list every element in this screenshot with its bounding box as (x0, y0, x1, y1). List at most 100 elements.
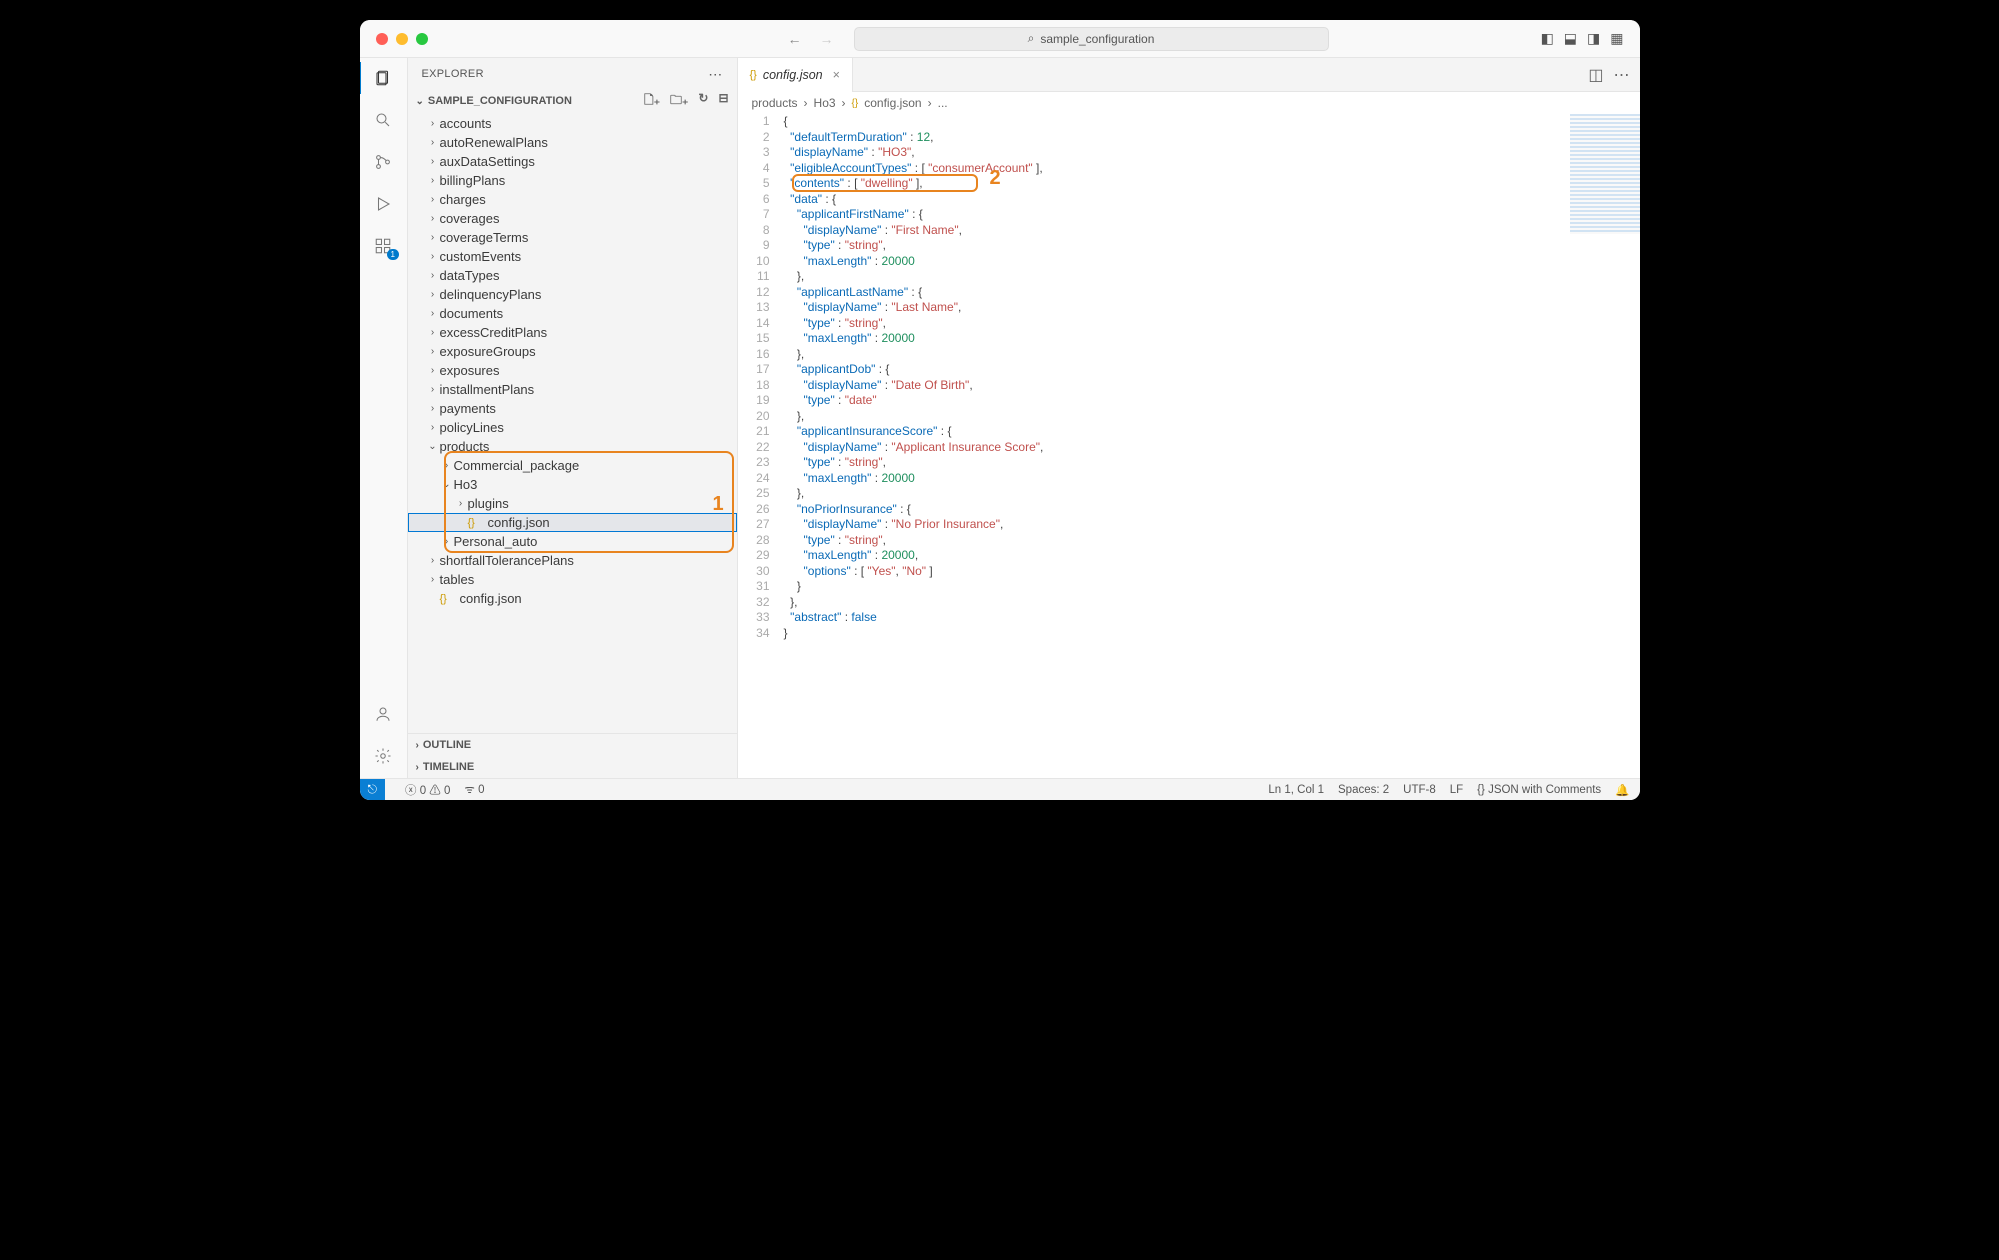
folder-item[interactable]: ›accounts (408, 114, 737, 133)
new-folder-icon[interactable]: 🗀₊ (670, 91, 688, 112)
forward-icon[interactable]: → (820, 31, 834, 47)
outline-section[interactable]: ›OUTLINE (408, 734, 737, 756)
chevron-icon: › (426, 251, 440, 262)
close-icon[interactable]: × (833, 68, 840, 82)
errors-count[interactable]: ⓧ 0 ⚠ 0 (405, 782, 450, 798)
account-icon[interactable] (371, 702, 395, 726)
tree-item-label: coverages (440, 211, 500, 226)
settings-icon[interactable] (371, 744, 395, 768)
sidebar: EXPLORER ⋯ ⌄ SAMPLE_CONFIGURATION 🗋₊ 🗀₊ … (408, 58, 738, 778)
chevron-icon: › (426, 194, 440, 205)
explorer-icon[interactable] (371, 66, 395, 90)
json-icon: {} (750, 69, 757, 81)
split-editor-icon[interactable]: ◫ (1588, 65, 1603, 85)
panel-right-icon[interactable]: ◨ (1587, 30, 1600, 47)
folder-item[interactable]: ›exposureGroups (408, 342, 737, 361)
search-text: sample_configuration (1040, 32, 1154, 46)
minimap[interactable] (1570, 114, 1640, 234)
folder-item[interactable]: ›coverages (408, 209, 737, 228)
tree-item-label: Commercial_package (454, 458, 580, 473)
folder-item[interactable]: ›delinquencyPlans (408, 285, 737, 304)
source-control-icon[interactable] (371, 150, 395, 174)
sidebar-more-icon[interactable]: ⋯ (708, 66, 722, 83)
layout-grid-icon[interactable]: ▦ (1610, 30, 1623, 47)
language-mode[interactable]: {} JSON with Comments (1477, 784, 1601, 796)
timeline-section[interactable]: ›TIMELINE (408, 756, 737, 778)
new-file-icon[interactable]: 🗋₊ (644, 91, 660, 112)
folder-item[interactable]: ›customEvents (408, 247, 737, 266)
vscode-window: ← → ⌕ sample_configuration ◧ ⬓ ◨ ▦ 1 EXP (360, 20, 1640, 800)
folder-item[interactable]: ⌄Ho3 (408, 475, 737, 494)
folder-item[interactable]: ›dataTypes (408, 266, 737, 285)
tree-item-label: config.json (460, 591, 522, 606)
cursor-position[interactable]: Ln 1, Col 1 (1268, 784, 1324, 796)
tree-item-label: installmentPlans (440, 382, 535, 397)
chevron-icon: › (426, 422, 440, 433)
ports-count[interactable]: ᯤ 0 (464, 782, 484, 797)
folder-item[interactable]: ›policyLines (408, 418, 737, 437)
chevron-icon: › (426, 118, 440, 129)
status-bar: ⎋ ⓧ 0 ⚠ 0 ᯤ 0 Ln 1, Col 1 Spaces: 2 UTF-… (360, 778, 1640, 800)
folder-header[interactable]: ⌄ SAMPLE_CONFIGURATION 🗋₊ 🗀₊ ↻ ⊟ (408, 90, 737, 112)
refresh-icon[interactable]: ↻ (698, 91, 708, 112)
tree-item-label: payments (440, 401, 496, 416)
notifications-icon[interactable]: 🔔 (1615, 783, 1629, 797)
folder-item[interactable]: ›coverageTerms (408, 228, 737, 247)
back-icon[interactable]: ← (788, 31, 802, 47)
chevron-icon: › (426, 365, 440, 376)
command-search[interactable]: ⌕ sample_configuration (854, 27, 1329, 51)
eol-info[interactable]: LF (1450, 784, 1463, 796)
more-icon[interactable]: ⋯ (1614, 65, 1630, 85)
search-icon[interactable] (371, 108, 395, 132)
extensions-icon[interactable]: 1 (371, 234, 395, 258)
folder-item[interactable]: ›payments (408, 399, 737, 418)
tree-item-label: Personal_auto (454, 534, 538, 549)
tab-config-json[interactable]: {} config.json × (738, 58, 853, 92)
breadcrumb[interactable]: products› Ho3› {} config.json› ... (738, 92, 1640, 114)
chevron-icon: ⌄ (426, 441, 440, 452)
panel-left-icon[interactable]: ◧ (1541, 30, 1554, 47)
chevron-icon: › (426, 213, 440, 224)
folder-item[interactable]: ›auxDataSettings (408, 152, 737, 171)
collapse-icon[interactable]: ⊟ (718, 91, 728, 112)
tree-item-label: coverageTerms (440, 230, 529, 245)
folder-item[interactable]: ›billingPlans (408, 171, 737, 190)
panel-bottom-icon[interactable]: ⬓ (1564, 30, 1577, 47)
tree-item-label: delinquencyPlans (440, 287, 542, 302)
titlebar: ← → ⌕ sample_configuration ◧ ⬓ ◨ ▦ (360, 20, 1640, 58)
tree-item-label: billingPlans (440, 173, 506, 188)
minimize-window[interactable] (396, 33, 408, 45)
chevron-icon: › (426, 403, 440, 414)
close-window[interactable] (376, 33, 388, 45)
maximize-window[interactable] (416, 33, 428, 45)
code-lines: { "defaultTermDuration" : 12, "displayNa… (780, 114, 1640, 778)
folder-item[interactable]: ›excessCreditPlans (408, 323, 737, 342)
folder-item[interactable]: ›charges (408, 190, 737, 209)
folder-item[interactable]: ›exposures (408, 361, 737, 380)
folder-item[interactable]: ›autoRenewalPlans (408, 133, 737, 152)
folder-item[interactable]: ›documents (408, 304, 737, 323)
chevron-down-icon: ⌄ (416, 96, 424, 107)
folder-item[interactable]: ⌄products (408, 437, 737, 456)
run-debug-icon[interactable] (371, 192, 395, 216)
encoding-info[interactable]: UTF-8 (1403, 784, 1436, 796)
tree-item-label: shortfallTolerancePlans (440, 553, 574, 568)
layout-controls: ◧ ⬓ ◨ ▦ (1541, 30, 1624, 47)
sidebar-title: EXPLORER (422, 68, 484, 80)
code-area[interactable]: 1 2 3 4 5 6 7 8 9 10 11 12 13 14 15 16 1… (738, 114, 1640, 778)
folder-item[interactable]: ›plugins (408, 494, 737, 513)
tree-item-label: dataTypes (440, 268, 500, 283)
folder-item[interactable]: ›Commercial_package (408, 456, 737, 475)
chevron-icon: › (426, 175, 440, 186)
folder-item[interactable]: ›installmentPlans (408, 380, 737, 399)
folder-item[interactable]: ›shortfallTolerancePlans (408, 551, 737, 570)
folder-item[interactable]: ›Personal_auto (408, 532, 737, 551)
tree-item-label: exposureGroups (440, 344, 536, 359)
folder-item[interactable]: ›tables (408, 570, 737, 589)
file-item[interactable]: {}config.json (408, 513, 737, 532)
tree-item-label: tables (440, 572, 475, 587)
file-item[interactable]: {}config.json (408, 589, 737, 608)
indent-info[interactable]: Spaces: 2 (1338, 784, 1389, 796)
remote-icon[interactable]: ⎋ (360, 779, 386, 801)
chevron-icon: › (426, 384, 440, 395)
